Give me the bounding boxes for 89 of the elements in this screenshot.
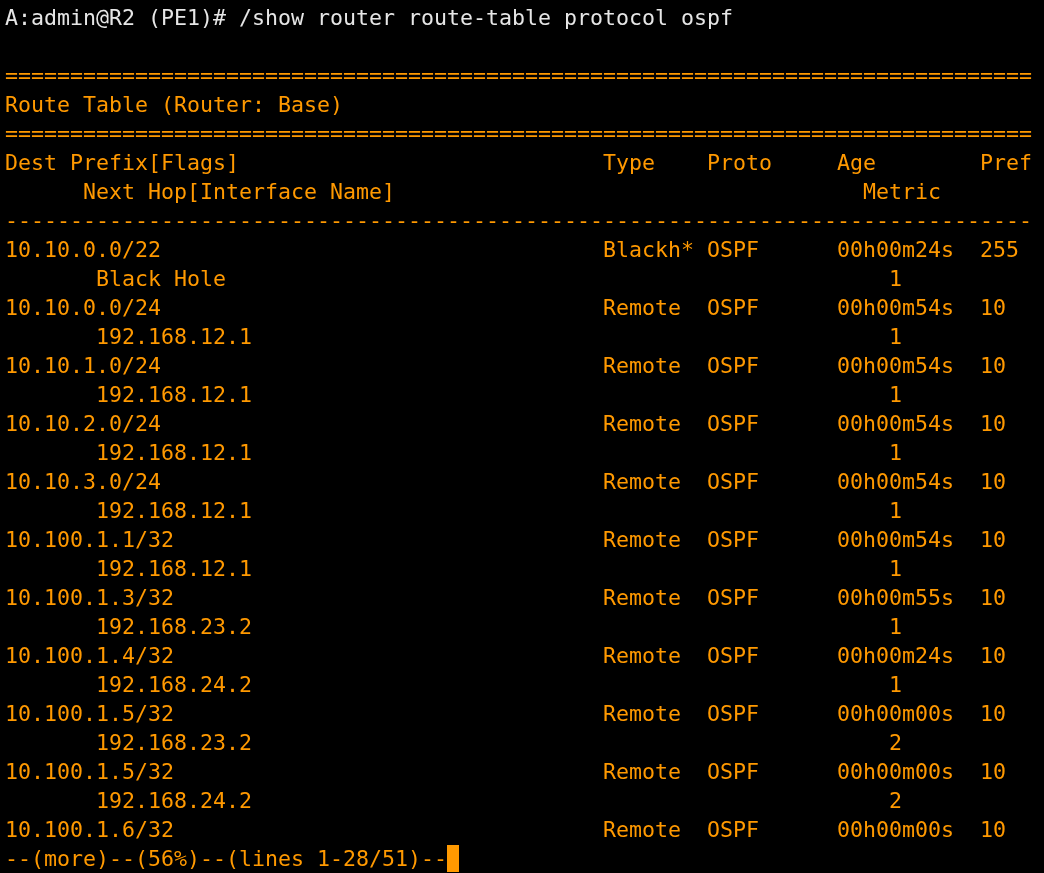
table-title: Route Table (Router: Base): [5, 91, 343, 119]
separator-line: -------------------------------------------------------------------------------: [5, 207, 1033, 235]
next-hop: 192.168.12.1: [96, 497, 252, 525]
separator-line: ===============================================================================: [5, 120, 1033, 148]
route-protocol: OSPF: [707, 526, 760, 554]
route-metric: 1: [889, 497, 903, 525]
column-header: Next Hop[Interface Name]: [83, 178, 395, 206]
column-header: Metric: [863, 178, 942, 206]
route-type: Remote: [603, 294, 682, 322]
route-metric: 1: [889, 381, 903, 409]
next-hop: 192.168.23.2: [96, 729, 252, 757]
column-header: Dest Prefix[Flags]: [5, 149, 239, 177]
route-preference: 10: [980, 352, 1007, 380]
route-prefix: 10.100.1.6/32: [5, 816, 174, 844]
route-age: 00h00m00s: [837, 758, 955, 786]
route-metric: 1: [889, 555, 903, 583]
route-age: 00h00m54s: [837, 410, 955, 438]
route-type: Remote: [603, 526, 682, 554]
route-type: Remote: [603, 584, 682, 612]
route-age: 00h00m00s: [837, 816, 955, 844]
route-preference: 10: [980, 700, 1007, 728]
route-protocol: OSPF: [707, 410, 760, 438]
column-header: Type: [603, 149, 656, 177]
route-age: 00h00m54s: [837, 352, 955, 380]
next-hop: 192.168.24.2: [96, 671, 252, 699]
route-type: Remote: [603, 816, 682, 844]
route-protocol: OSPF: [707, 468, 760, 496]
route-protocol: OSPF: [707, 352, 760, 380]
route-preference: 10: [980, 642, 1007, 670]
route-metric: 1: [889, 265, 903, 293]
route-type: Remote: [603, 758, 682, 786]
route-prefix: 10.100.1.5/32: [5, 700, 174, 728]
route-metric: 2: [889, 729, 903, 757]
route-preference: 10: [980, 584, 1007, 612]
route-age: 00h00m54s: [837, 468, 955, 496]
route-preference: 10: [980, 294, 1007, 322]
separator-line: ===============================================================================: [5, 62, 1033, 90]
route-prefix: 10.100.1.3/32: [5, 584, 174, 612]
route-age: 00h00m00s: [837, 700, 955, 728]
route-preference: 10: [980, 526, 1007, 554]
route-preference: 10: [980, 410, 1007, 438]
route-prefix: 10.10.1.0/24: [5, 352, 161, 380]
route-type: Blackh*: [603, 236, 695, 264]
route-type: Remote: [603, 642, 682, 670]
route-prefix: 10.10.0.0/22: [5, 236, 161, 264]
route-metric: 1: [889, 323, 903, 351]
text-cursor: [447, 845, 460, 872]
route-age: 00h00m55s: [837, 584, 955, 612]
route-metric: 1: [889, 671, 903, 699]
route-preference: 10: [980, 816, 1007, 844]
next-hop: 192.168.12.1: [96, 381, 252, 409]
route-prefix: 10.100.1.4/32: [5, 642, 174, 670]
route-type: Remote: [603, 700, 682, 728]
route-age: 00h00m24s: [837, 236, 955, 264]
route-protocol: OSPF: [707, 236, 760, 264]
route-protocol: OSPF: [707, 584, 760, 612]
route-age: 00h00m54s: [837, 294, 955, 322]
route-preference: 255: [980, 236, 1020, 264]
route-protocol: OSPF: [707, 816, 760, 844]
route-age: 00h00m54s: [837, 526, 955, 554]
pager-status: --(more)--(56%)--(lines 1-28/51)--: [5, 845, 448, 873]
column-header: Proto: [707, 149, 773, 177]
route-preference: 10: [980, 758, 1007, 786]
route-protocol: OSPF: [707, 700, 760, 728]
route-type: Remote: [603, 352, 682, 380]
command-line: A:admin@R2 (PE1)# /show router route-table protocol ospf: [5, 4, 734, 32]
next-hop: Black Hole: [96, 265, 226, 293]
route-prefix: 10.10.0.0/24: [5, 294, 161, 322]
route-protocol: OSPF: [707, 758, 760, 786]
column-header: Age: [837, 149, 877, 177]
route-prefix: 10.100.1.5/32: [5, 758, 174, 786]
route-type: Remote: [603, 410, 682, 438]
route-protocol: OSPF: [707, 294, 760, 322]
route-preference: 10: [980, 468, 1007, 496]
route-prefix: 10.10.2.0/24: [5, 410, 161, 438]
next-hop: 192.168.12.1: [96, 555, 252, 583]
route-metric: 1: [889, 439, 903, 467]
next-hop: 192.168.12.1: [96, 439, 252, 467]
next-hop: 192.168.12.1: [96, 323, 252, 351]
route-metric: 1: [889, 613, 903, 641]
route-metric: 2: [889, 787, 903, 815]
route-prefix: 10.100.1.1/32: [5, 526, 174, 554]
next-hop: 192.168.23.2: [96, 613, 252, 641]
route-prefix: 10.10.3.0/24: [5, 468, 161, 496]
route-age: 00h00m24s: [837, 642, 955, 670]
column-header: Pref: [980, 149, 1033, 177]
route-protocol: OSPF: [707, 642, 760, 670]
next-hop: 192.168.24.2: [96, 787, 252, 815]
route-type: Remote: [603, 468, 682, 496]
